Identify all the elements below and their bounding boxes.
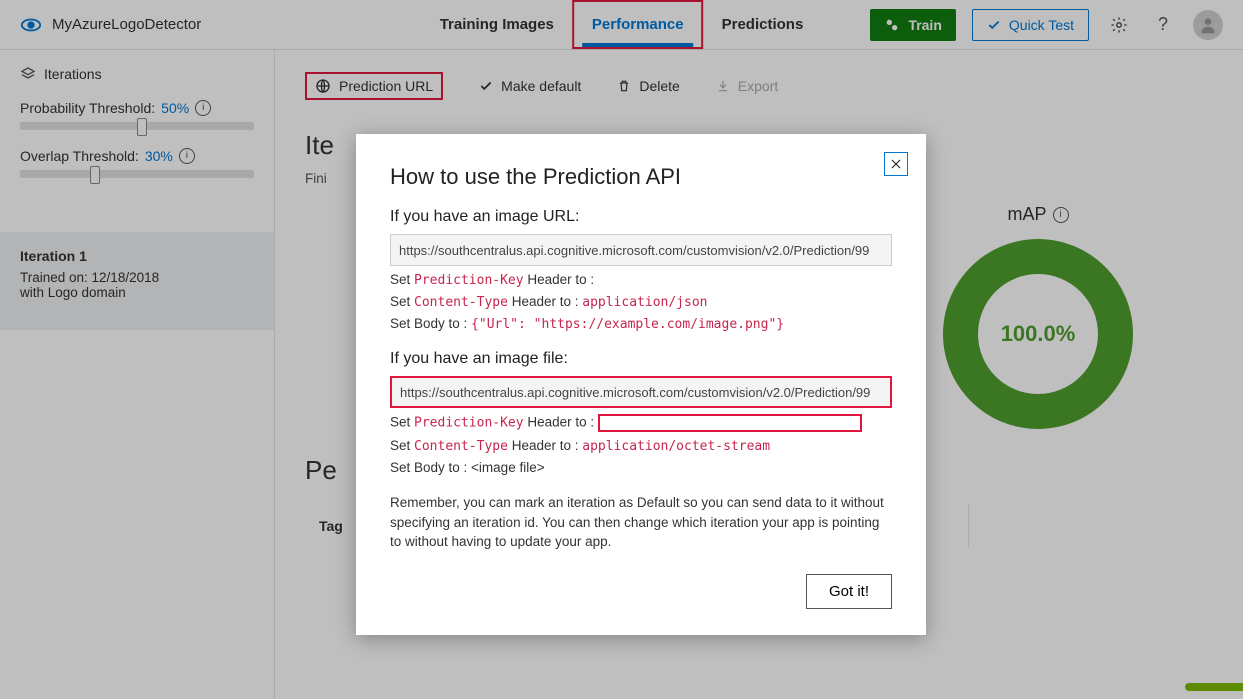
line-pk-2: Set Prediction-Key Header to :: [390, 414, 892, 432]
line-ct-2: Set Content-Type Header to : application…: [390, 438, 892, 454]
url-box-1[interactable]: https://southcentralus.api.cognitive.mic…: [390, 234, 892, 266]
line-ct-1: Set Content-Type Header to : application…: [390, 294, 892, 310]
line-pk-1: Set Prediction-Key Header to :: [390, 272, 892, 288]
url-box-2[interactable]: https://southcentralus.api.cognitive.mic…: [390, 376, 892, 408]
line-body-1: Set Body to : {"Url": "https://example.c…: [390, 316, 892, 332]
modal-sub-file: If you have an image file:: [390, 350, 892, 368]
prediction-key-redacted: [598, 414, 862, 432]
prediction-url-modal: How to use the Prediction API If you hav…: [356, 134, 926, 635]
got-it-button[interactable]: Got it!: [806, 574, 892, 609]
modal-footer: Got it!: [390, 574, 892, 609]
modal-sub-url: If you have an image URL:: [390, 208, 892, 226]
url-1-text: https://southcentralus.api.cognitive.mic…: [399, 243, 869, 258]
modal-title: How to use the Prediction API: [390, 164, 892, 190]
modal-note: Remember, you can mark an iteration as D…: [390, 493, 892, 552]
url-2-text: https://southcentralus.api.cognitive.mic…: [400, 385, 870, 400]
close-button[interactable]: [884, 152, 908, 176]
line-body-2: Set Body to : <image file>: [390, 460, 892, 475]
